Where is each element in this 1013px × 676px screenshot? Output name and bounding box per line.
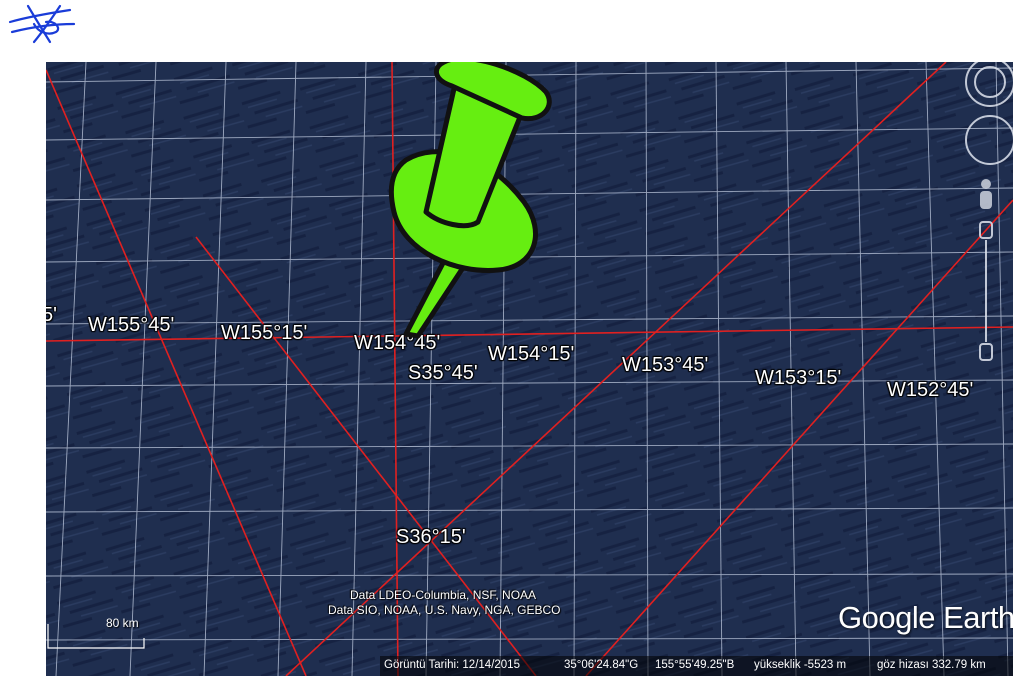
- move-joystick-icon[interactable]: [965, 115, 1013, 165]
- grid-label-lat: S35°45': [408, 362, 478, 384]
- attribution-line-2: Data SIO, NOAA, U.S. Navy, NGA, GEBCO: [328, 603, 561, 617]
- elevation-readout: yükseklik -5523 m: [754, 659, 847, 671]
- longitude-readout: 155°55'49.25"B: [655, 659, 735, 671]
- eye-altitude-readout: göz hizası 332.79 km: [877, 659, 986, 671]
- grid-label-lon: W153°15': [755, 367, 842, 389]
- grid-label-lat: S36°15': [396, 526, 466, 548]
- grid-label-lon: W155°45': [88, 314, 175, 336]
- navigation-controls[interactable]: [946, 62, 1013, 372]
- map-view[interactable]: 5' W155°45' W155°15' W154°45' W154°15' W…: [46, 62, 1013, 676]
- grid-label-lon: W154°15': [488, 343, 575, 365]
- latitude-readout: 35°06'24.84"G: [564, 659, 639, 671]
- pushpin-icon[interactable]: [346, 62, 566, 342]
- status-bar: Görüntü Tarihi: 12/14/2015 35°06'24.84"G…: [380, 656, 1013, 676]
- signature-scribble-icon: [8, 4, 76, 44]
- grid-label-lon: W155°15': [221, 322, 308, 344]
- look-joystick-icon[interactable]: [965, 62, 1013, 107]
- imagery-date: Görüntü Tarihi: 12/14/2015: [384, 659, 520, 671]
- grid-label-lon-partial: 5': [46, 304, 57, 326]
- google-earth-logo: Google Earth: [838, 600, 1013, 635]
- grid-label-lon: W153°45': [622, 354, 709, 376]
- pegman-icon[interactable]: [980, 179, 992, 209]
- scale-label: 80 km: [106, 616, 139, 630]
- attribution-line-1: Data LDEO-Columbia, NSF, NOAA: [350, 588, 537, 602]
- zoom-slider-icon[interactable]: [979, 221, 993, 361]
- grid-label-lon: W152°45': [887, 379, 974, 401]
